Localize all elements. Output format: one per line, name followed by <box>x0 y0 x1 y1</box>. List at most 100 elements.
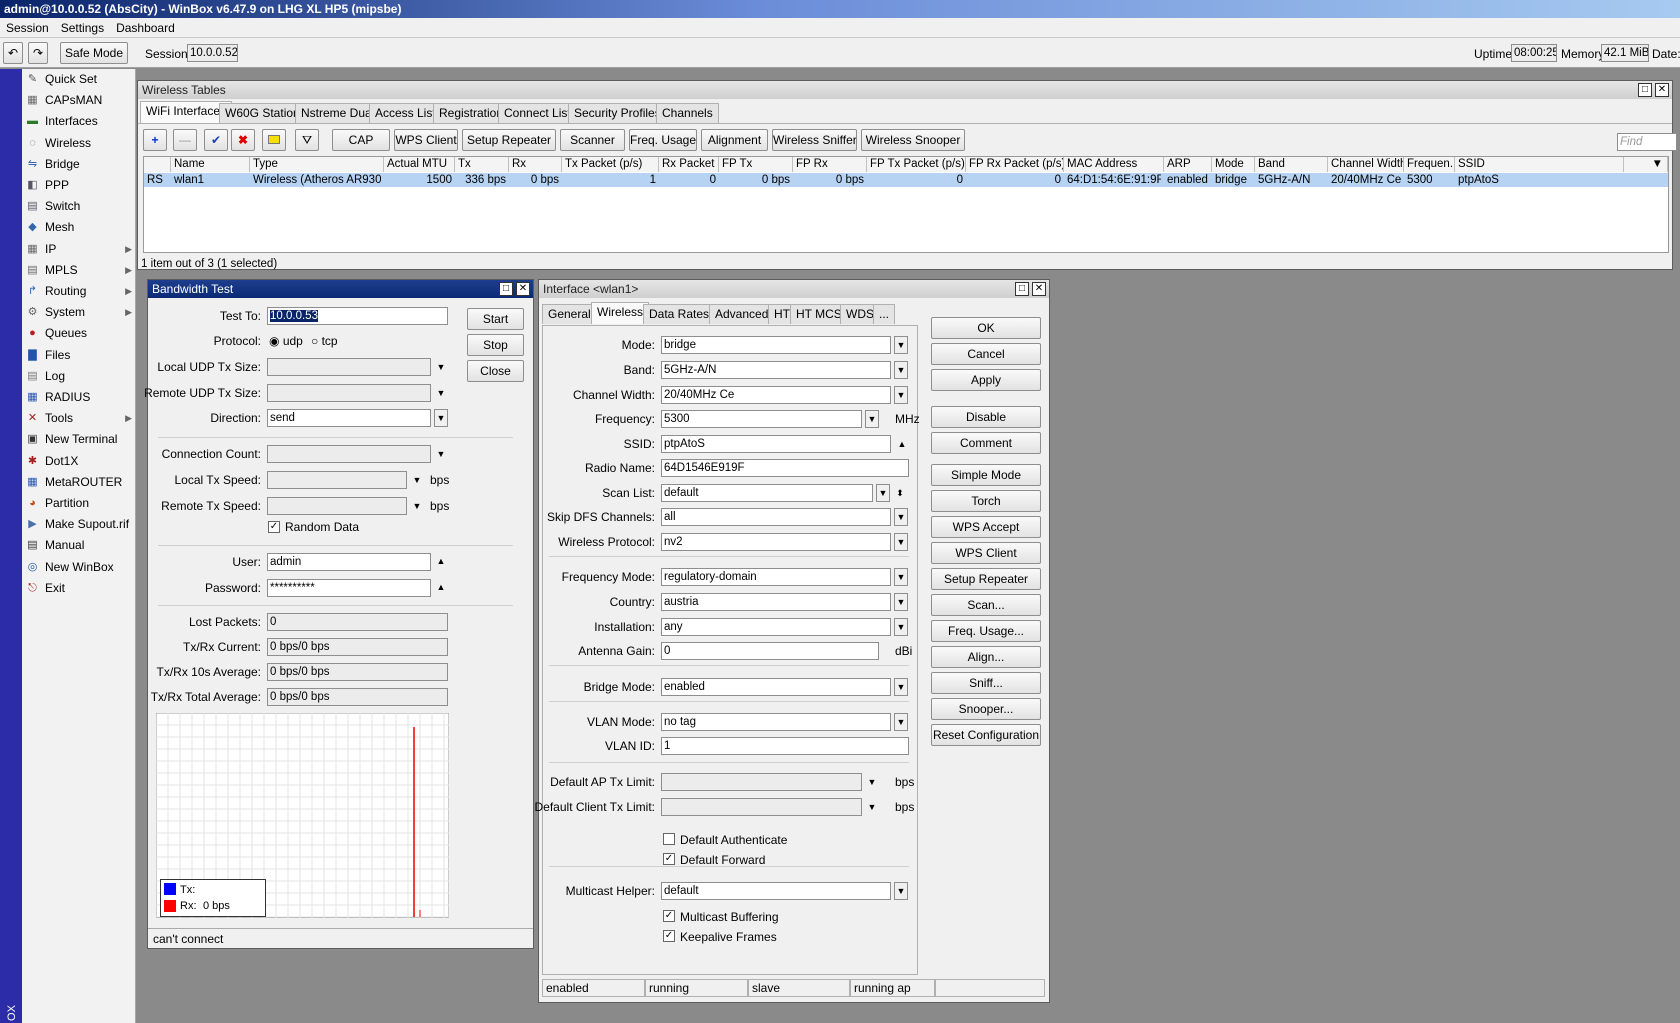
column-header[interactable]: FP Tx Packet (p/s) <box>867 157 966 172</box>
menu-dashboard[interactable]: Dashboard <box>110 18 181 38</box>
close-icon[interactable]: ✕ <box>516 282 530 296</box>
collapse-arrow-icon[interactable]: ▲ <box>896 436 908 452</box>
dropdown-arrow-icon[interactable]: ▼ <box>894 386 908 404</box>
tab-advanced[interactable]: Advanced <box>709 304 775 324</box>
maximize-icon[interactable]: □ <box>499 282 513 296</box>
tab-data-rates[interactable]: Data Rates <box>643 304 716 324</box>
table-row[interactable]: RS wlan1 Wireless (Atheros AR9300) 1500 336 … <box>144 173 1668 187</box>
band-field[interactable]: 5GHz-A/N <box>661 361 891 379</box>
scan-button[interactable]: Scan... <box>931 594 1041 616</box>
sidebar-item-new-terminal[interactable]: ▣ New Terminal <box>24 429 134 450</box>
sidebar-item-capsman[interactable]: ▦ CAPsMAN <box>24 90 134 111</box>
dropdown-arrow-icon[interactable]: ▼ <box>894 568 908 586</box>
column-header[interactable]: SSID <box>1455 157 1624 172</box>
comment-icon[interactable] <box>262 129 286 151</box>
ok-button[interactable]: OK <box>931 317 1041 339</box>
alignment-button[interactable]: Alignment <box>701 129 768 151</box>
sidebar-item-interfaces[interactable]: ▬ Interfaces <box>24 111 134 132</box>
sidebar-item-metarouter[interactable]: ▦ MetaROUTER <box>24 472 134 493</box>
cancel-button[interactable]: Cancel <box>931 343 1041 365</box>
disable-icon[interactable]: ✖ <box>231 129 255 151</box>
sidebar-item-quick-set[interactable]: ✎ Quick Set <box>24 69 134 90</box>
sidebar-item-exit[interactable]: ⎋ Exit <box>24 578 134 599</box>
sidebar-item-bridge[interactable]: ⇋ Bridge <box>24 154 134 175</box>
dropdown-arrow-icon[interactable]: ▼ <box>434 409 448 427</box>
bm-field[interactable]: enabled <box>661 678 891 696</box>
dropdown-arrow-icon[interactable]: ▼ <box>894 533 908 551</box>
sidebar-item-switch[interactable]: ▤ Switch <box>24 196 134 217</box>
sidebar-item-tools[interactable]: ✕ Tools ▶ <box>24 408 134 429</box>
dropdown-arrow-icon[interactable]: ▼ <box>894 508 908 526</box>
menu-session[interactable]: Session <box>0 18 55 38</box>
direction-select[interactable]: send <box>267 409 431 427</box>
remote-tx-speed-input[interactable] <box>267 497 407 515</box>
connection-count-input[interactable] <box>267 445 431 463</box>
tab-connect-list[interactable]: Connect List <box>498 103 577 123</box>
inst-field[interactable]: any <box>661 618 891 636</box>
maximize-icon[interactable]: □ <box>1638 83 1652 97</box>
sidebar-item-system[interactable]: ⚙ System ▶ <box>24 302 134 323</box>
tab-security-profiles[interactable]: Security Profiles <box>568 103 667 123</box>
tcp-radio[interactable]: ○ tcp <box>311 333 338 349</box>
column-header[interactable]: Rx Packet (p... <box>659 157 719 172</box>
column-header[interactable]: FP Rx <box>793 157 867 172</box>
tab-channels[interactable]: Channels <box>656 103 719 123</box>
sidebar-item-queues[interactable]: ● Queues <box>24 323 134 344</box>
apply-button[interactable]: Apply <box>931 369 1041 391</box>
column-header[interactable]: FP Rx Packet (p/s) <box>966 157 1064 172</box>
sidebar-item-files[interactable]: ▇ Files <box>24 345 134 366</box>
sidebar-item-mpls[interactable]: ▤ MPLS ▶ <box>24 260 134 281</box>
sidebar-item-radius[interactable]: ▦ RADIUS <box>24 387 134 408</box>
filter-icon[interactable]: ⛛ <box>295 129 319 151</box>
sidebar-item-log[interactable]: ▤ Log <box>24 366 134 387</box>
dropdown-arrow-icon[interactable]: ▼ <box>894 618 908 636</box>
tab-nstreme-dual[interactable]: Nstreme Dual <box>295 103 381 123</box>
collapse-arrow-icon[interactable]: ▲ <box>435 579 447 595</box>
wps-client-button[interactable]: WPS Client <box>394 129 458 151</box>
snooper-button[interactable]: Snooper... <box>931 698 1041 720</box>
freq-usage-button[interactable]: Freq. Usage... <box>931 620 1041 642</box>
user-input[interactable]: admin <box>267 553 431 571</box>
comment-button[interactable]: Comment <box>931 432 1041 454</box>
mh-field[interactable]: default <box>661 882 891 900</box>
align-button[interactable]: Align... <box>931 646 1041 668</box>
vid-field[interactable]: 1 <box>661 737 909 755</box>
sidebar-item-ppp[interactable]: ◧ PPP <box>24 175 134 196</box>
mc-buf-checkbox[interactable]: ✓ <box>663 910 675 922</box>
disable-button[interactable]: Disable <box>931 406 1041 428</box>
dropdown-arrow-icon[interactable]: ▼ <box>435 385 447 401</box>
dfs-field[interactable]: all <box>661 508 891 526</box>
dropdown-arrow-icon[interactable]: ▼ <box>876 484 890 502</box>
dropdown-arrow-icon[interactable]: ▼ <box>894 361 908 379</box>
tab-wireless[interactable]: Wireless <box>591 302 650 324</box>
ka-checkbox[interactable]: ✓ <box>663 930 675 942</box>
cw-field[interactable]: 20/40MHz Ce <box>661 386 891 404</box>
sidebar-item-mesh[interactable]: ◆ Mesh <box>24 217 134 238</box>
remote-udp-input[interactable] <box>267 384 431 402</box>
dropdown-arrow-icon[interactable]: ▼ <box>435 359 447 375</box>
tab-more[interactable]: ... <box>873 304 896 324</box>
password-input[interactable]: ********** <box>267 579 431 597</box>
radio-field[interactable]: 64D1546E919F <box>661 459 909 477</box>
udp-radio[interactable]: ◉ udp <box>269 333 303 349</box>
close-icon[interactable]: ✕ <box>1032 282 1046 296</box>
column-header[interactable]: Frequen... <box>1404 157 1455 172</box>
tab-general[interactable]: General <box>542 304 597 324</box>
torch-button[interactable]: Torch <box>931 490 1041 512</box>
column-header[interactable]: Mode <box>1212 157 1255 172</box>
setup-repeater-button[interactable]: Setup Repeater <box>462 129 556 151</box>
maximize-icon[interactable]: □ <box>1015 282 1029 296</box>
column-header[interactable]: Tx Packet (p/s) <box>562 157 659 172</box>
column-header[interactable]: MAC Address <box>1064 157 1164 172</box>
column-header[interactable]: Band <box>1255 157 1328 172</box>
column-header[interactable]: FP Tx <box>719 157 793 172</box>
def-auth-checkbox[interactable] <box>663 833 675 845</box>
close-icon[interactable]: ✕ <box>1655 83 1669 97</box>
enable-icon[interactable]: ✔ <box>204 129 228 151</box>
column-header[interactable]: Tx <box>455 157 509 172</box>
column-header[interactable]: Name <box>171 157 250 172</box>
wp-field[interactable]: nv2 <box>661 533 891 551</box>
mode-field[interactable]: bridge <box>661 336 891 354</box>
column-header[interactable]: Rx <box>509 157 562 172</box>
column-menu-icon[interactable]: ▼ <box>1624 157 1668 172</box>
